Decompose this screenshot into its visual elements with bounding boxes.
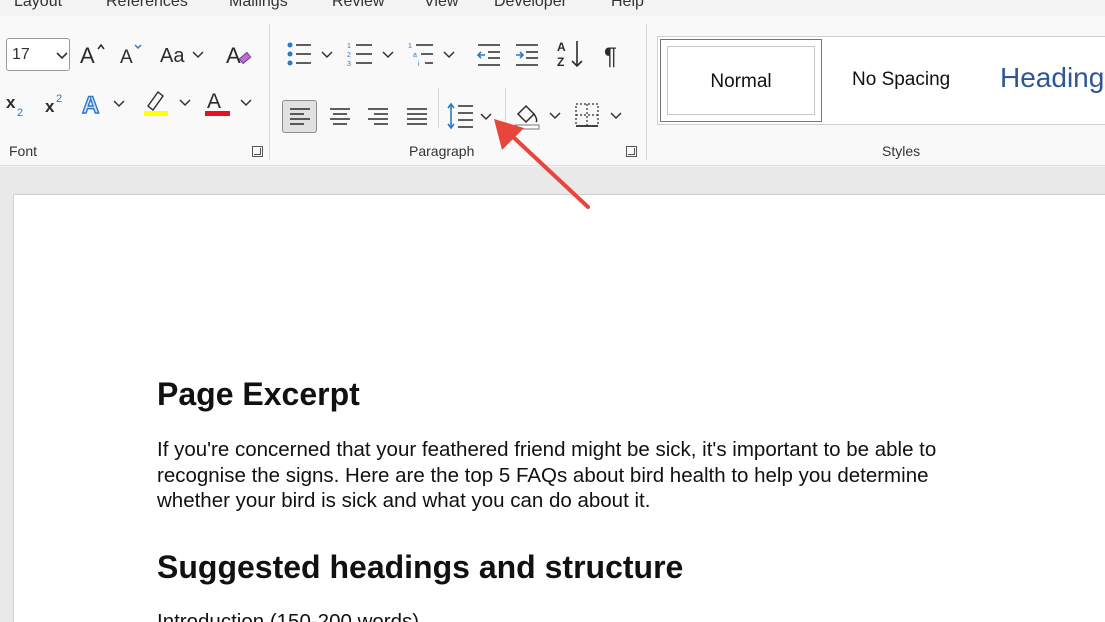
document-paragraph[interactable]: If you're concerned that your feathered … xyxy=(157,437,1017,514)
tab-developer[interactable]: Developer xyxy=(494,0,567,11)
svg-text:1: 1 xyxy=(347,43,351,50)
svg-text:2: 2 xyxy=(347,52,351,59)
style-no-spacing[interactable]: No Spacing xyxy=(852,69,950,91)
document-title[interactable]: Page Excerpt xyxy=(157,376,360,413)
bullets-icon[interactable] xyxy=(285,38,337,70)
svg-text:a: a xyxy=(413,52,417,59)
font-size-select[interactable]: 17 xyxy=(6,38,70,71)
document-heading[interactable]: Suggested headings and structure xyxy=(157,549,683,586)
increase-indent-icon[interactable] xyxy=(513,40,541,70)
change-case-icon[interactable]: Aa xyxy=(158,38,208,70)
decrease-indent-icon[interactable] xyxy=(475,40,503,70)
svg-text:A: A xyxy=(82,92,99,119)
svg-text:Z: Z xyxy=(557,55,564,69)
svg-text:A: A xyxy=(120,47,133,68)
tab-review[interactable]: Review xyxy=(332,0,384,11)
tab-help[interactable]: Help xyxy=(611,0,644,11)
font-dialog-launcher-icon[interactable] xyxy=(252,146,263,157)
svg-text:Aa: Aa xyxy=(160,45,185,67)
font-size-value: 17 xyxy=(12,46,30,63)
show-formatting-marks-icon[interactable]: ¶ xyxy=(600,38,626,70)
svg-text:A: A xyxy=(226,43,241,68)
group-divider xyxy=(646,24,647,160)
numbering-icon[interactable]: 1 2 3 xyxy=(346,38,398,70)
grow-font-icon[interactable]: A xyxy=(78,38,108,70)
multilevel-list-icon[interactable]: 1ai xyxy=(407,38,459,70)
svg-text:2: 2 xyxy=(56,93,62,105)
tab-references[interactable]: References xyxy=(106,0,188,11)
clear-formatting-icon[interactable]: A xyxy=(224,38,254,70)
svg-text:x: x xyxy=(45,97,55,116)
subscript-icon[interactable]: x2 xyxy=(4,90,30,120)
align-left-icon xyxy=(290,108,310,125)
svg-text:A: A xyxy=(80,43,95,68)
chevron-down-icon xyxy=(56,52,68,62)
paragraph-line: recognise the signs. Here are the top 5 … xyxy=(157,463,929,487)
svg-text:1: 1 xyxy=(408,43,412,50)
styles-gallery: Normal No Spacing Heading 1 xyxy=(657,36,1105,125)
ribbon-tabs: Layout References Mailings Review View D… xyxy=(0,0,1105,16)
tab-view[interactable]: View xyxy=(424,0,458,11)
svg-text:A: A xyxy=(557,40,566,54)
group-divider xyxy=(269,24,270,160)
paragraph-line: whether your bird is sick and what you c… xyxy=(157,489,651,512)
svg-text:i: i xyxy=(418,61,420,68)
highlight-icon[interactable] xyxy=(140,86,194,120)
tab-layout[interactable]: Layout xyxy=(14,0,62,11)
svg-text:¶: ¶ xyxy=(604,43,617,69)
style-heading-1[interactable]: Heading 1 xyxy=(1000,62,1105,94)
font-group-label: Font xyxy=(9,143,38,159)
font-color-icon[interactable]: A xyxy=(202,86,256,120)
document-next-line[interactable]: Introduction (150-200 words) xyxy=(157,610,419,622)
paragraph-group-label: Paragraph xyxy=(409,143,475,159)
styles-group-label: Styles xyxy=(882,143,921,159)
text-effects-icon[interactable]: A xyxy=(80,88,128,120)
paragraph-line: If you're concerned that your feathered … xyxy=(157,438,937,461)
paragraph-dialog-launcher-icon[interactable] xyxy=(626,146,637,157)
align-right-icon[interactable] xyxy=(365,102,391,132)
superscript-icon[interactable]: x2 xyxy=(43,90,69,120)
align-center-icon[interactable] xyxy=(327,102,353,132)
svg-text:3: 3 xyxy=(347,61,351,68)
group-divider xyxy=(438,88,439,128)
svg-text:x: x xyxy=(6,93,16,112)
align-left-button[interactable] xyxy=(282,100,317,133)
shrink-font-icon[interactable]: A xyxy=(117,38,147,70)
svg-text:2: 2 xyxy=(17,107,23,119)
justify-icon[interactable] xyxy=(404,102,430,132)
svg-text:A: A xyxy=(207,90,221,113)
sort-icon[interactable]: AZ xyxy=(556,38,586,70)
annotation-arrow-icon xyxy=(494,119,590,209)
style-normal[interactable]: Normal xyxy=(660,39,822,122)
style-normal-label: Normal xyxy=(710,71,772,92)
tab-mailings[interactable]: Mailings xyxy=(229,0,288,11)
